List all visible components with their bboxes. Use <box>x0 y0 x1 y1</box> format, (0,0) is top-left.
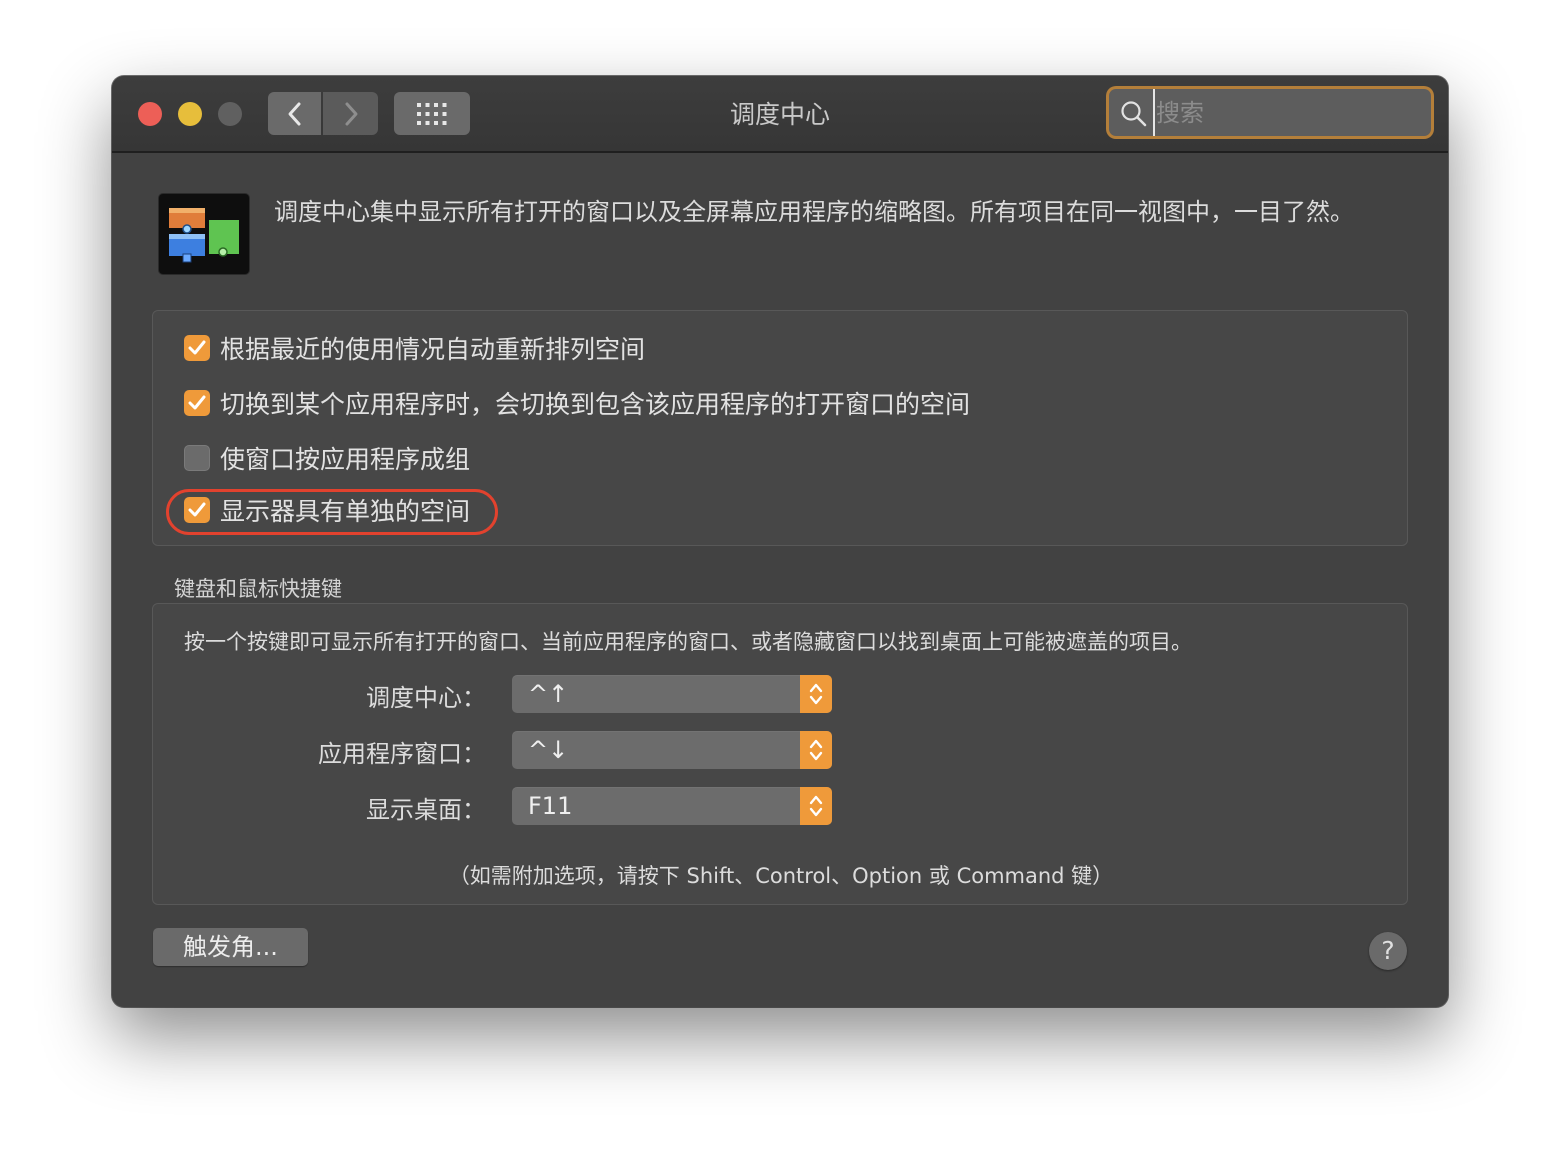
option-label: 切换到某个应用程序时，会切换到包含该应用程序的打开窗口的空间 <box>220 390 971 419</box>
search-field-focus-ring <box>1106 86 1434 139</box>
checkbox-checked[interactable] <box>184 335 210 361</box>
mission-control-icon <box>169 208 239 263</box>
mission-control-app-icon <box>159 194 249 274</box>
popup-value: ^↓ <box>528 736 569 764</box>
checkbox-unchecked[interactable] <box>184 445 210 471</box>
shortcut-label-mission-control: 调度中心： <box>366 684 486 712</box>
popup-value: ^↑ <box>528 680 569 708</box>
search-field[interactable] <box>1109 89 1431 136</box>
updown-arrows-icon <box>800 675 832 713</box>
updown-arrows-icon <box>800 787 832 825</box>
shortcuts-description: 按一个按键即可显示所有打开的窗口、当前应用程序的窗口、或者隐藏窗口以找到桌面上可… <box>184 630 1192 654</box>
annotation-highlight-ring <box>166 489 498 535</box>
checkbox-checked[interactable] <box>184 390 210 416</box>
shortcuts-group: 按一个按键即可显示所有打开的窗口、当前应用程序的窗口、或者隐藏窗口以找到桌面上可… <box>152 603 1408 905</box>
option-switch-to-space[interactable]: 切换到某个应用程序时，会切换到包含该应用程序的打开窗口的空间 <box>184 385 970 421</box>
option-label: 使窗口按应用程序成组 <box>220 445 471 474</box>
search-input[interactable] <box>1153 89 1426 136</box>
help-button[interactable]: ? <box>1369 932 1407 970</box>
shortcuts-section-title: 键盘和鼠标快捷键 <box>174 577 342 601</box>
checkmark-icon <box>188 395 206 410</box>
option-group-windows[interactable]: 使窗口按应用程序成组 <box>184 440 470 476</box>
modifier-keys-hint: （如需附加选项，请按下 Shift、Control、Option 或 Comma… <box>448 864 1114 888</box>
hot-corners-button[interactable]: 触发角... <box>153 928 308 966</box>
popup-value: F11 <box>528 792 573 820</box>
options-group: 根据最近的使用情况自动重新排列空间 切换到某个应用程序时，会切换到包含该应用程序… <box>152 310 1408 546</box>
checkmark-icon <box>188 340 206 355</box>
option-auto-rearrange[interactable]: 根据最近的使用情况自动重新排列空间 <box>184 330 645 366</box>
header-description: 调度中心集中显示所有打开的窗口以及全屏幕应用程序的缩略图。所有项目在同一视图中，… <box>274 198 1354 226</box>
search-icon <box>1121 101 1147 127</box>
shortcut-popup-app-windows[interactable]: ^↓ <box>512 731 832 769</box>
title-bar: 调度中心 <box>112 76 1448 153</box>
shortcut-popup-show-desktop[interactable]: F11 <box>512 787 832 825</box>
shortcut-label-show-desktop: 显示桌面： <box>366 796 486 824</box>
shortcut-label-app-windows: 应用程序窗口： <box>318 740 486 768</box>
option-label: 根据最近的使用情况自动重新排列空间 <box>220 335 646 364</box>
updown-arrows-icon <box>800 731 832 769</box>
shortcut-popup-mission-control[interactable]: ^↑ <box>512 675 832 713</box>
preferences-window: 调度中心 调度中心集中显示所有打开的窗口以及全屏幕应用程序的缩略图。所有项目在同… <box>112 76 1448 1007</box>
